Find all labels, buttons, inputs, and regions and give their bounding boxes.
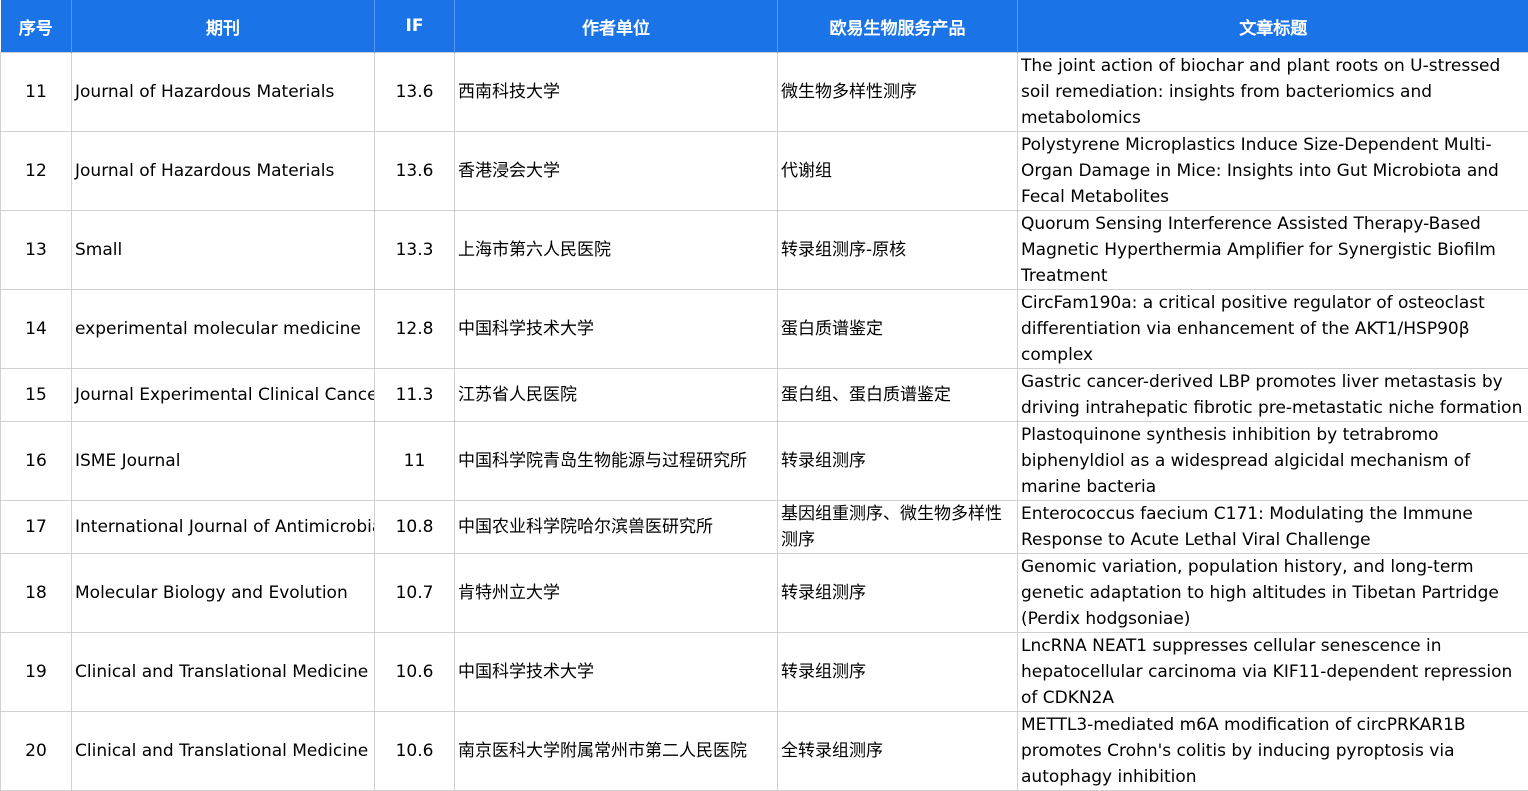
header-row: 序号 期刊 IF 作者单位 欧易生物服务产品 文章标题 (1, 0, 1528, 53)
cell-index: 17 (1, 501, 72, 554)
cell-article-title: Polystyrene Microplastics Induce Size-De… (1018, 132, 1528, 211)
cell-author-unit: 香港浸会大学 (455, 132, 778, 211)
cell-impact-factor: 11 (375, 422, 455, 501)
cell-article-title: Gastric cancer-derived LBP promotes live… (1018, 369, 1528, 422)
cell-author-unit: 肯特州立大学 (455, 554, 778, 633)
cell-service-product: 转录组测序 (778, 422, 1018, 501)
cell-author-unit: 西南科技大学 (455, 53, 778, 132)
cell-article-title: Plastoquinone synthesis inhibition by te… (1018, 422, 1528, 501)
table-row: 15Journal Experimental Clinical Cancer11… (1, 369, 1528, 422)
cell-author-unit: 中国科学院青岛生物能源与过程研究所 (455, 422, 778, 501)
cell-author-unit: 中国农业科学院哈尔滨兽医研究所 (455, 501, 778, 554)
cell-impact-factor: 11.3 (375, 369, 455, 422)
cell-index: 18 (1, 554, 72, 633)
cell-service-product: 蛋白组、蛋白质谱鉴定 (778, 369, 1018, 422)
cell-service-product: 微生物多样性测序 (778, 53, 1018, 132)
cell-index: 19 (1, 633, 72, 712)
cell-index: 16 (1, 422, 72, 501)
header-index: 序号 (1, 0, 72, 53)
cell-impact-factor: 10.6 (375, 712, 455, 791)
cell-journal: Molecular Biology and Evolution (72, 554, 375, 633)
cell-article-title: CircFam190a: a critical positive regulat… (1018, 290, 1528, 369)
cell-impact-factor: 10.6 (375, 633, 455, 712)
cell-service-product: 全转录组测序 (778, 712, 1018, 791)
cell-impact-factor: 13.6 (375, 132, 455, 211)
publication-table: 序号 期刊 IF 作者单位 欧易生物服务产品 文章标题 11Journal of… (0, 0, 1528, 791)
cell-index: 12 (1, 132, 72, 211)
cell-journal: experimental molecular medicine (72, 290, 375, 369)
cell-journal: Journal of Hazardous Materials (72, 132, 375, 211)
cell-index: 15 (1, 369, 72, 422)
header-service-product: 欧易生物服务产品 (778, 0, 1018, 53)
cell-author-unit: 南京医科大学附属常州市第二人民医院 (455, 712, 778, 791)
cell-article-title: LncRNA NEAT1 suppresses cellular senesce… (1018, 633, 1528, 712)
cell-index: 20 (1, 712, 72, 791)
cell-journal: Clinical and Translational Medicine (72, 712, 375, 791)
cell-article-title: METTL3-mediated m6A modification of circ… (1018, 712, 1528, 791)
cell-service-product: 蛋白质谱鉴定 (778, 290, 1018, 369)
table-row: 16ISME Journal11中国科学院青岛生物能源与过程研究所转录组测序Pl… (1, 422, 1528, 501)
table-row: 17International Journal of Antimicrobia1… (1, 501, 1528, 554)
cell-service-product: 转录组测序-原核 (778, 211, 1018, 290)
cell-article-title: Quorum Sensing Interference Assisted The… (1018, 211, 1528, 290)
cell-impact-factor: 13.6 (375, 53, 455, 132)
table-row: 20Clinical and Translational Medicine10.… (1, 712, 1528, 791)
table-row: 13Small13.3上海市第六人民医院转录组测序-原核Quorum Sensi… (1, 211, 1528, 290)
table-row: 11Journal of Hazardous Materials13.6西南科技… (1, 53, 1528, 132)
cell-impact-factor: 10.8 (375, 501, 455, 554)
table-row: 18Molecular Biology and Evolution10.7肯特州… (1, 554, 1528, 633)
cell-index: 13 (1, 211, 72, 290)
cell-article-title: The joint action of biochar and plant ro… (1018, 53, 1528, 132)
table-row: 19Clinical and Translational Medicine10.… (1, 633, 1528, 712)
cell-index: 11 (1, 53, 72, 132)
header-article-title: 文章标题 (1018, 0, 1528, 53)
cell-author-unit: 上海市第六人民医院 (455, 211, 778, 290)
cell-author-unit: 中国科学技术大学 (455, 633, 778, 712)
header-impact-factor: IF (375, 0, 455, 53)
cell-impact-factor: 12.8 (375, 290, 455, 369)
cell-impact-factor: 10.7 (375, 554, 455, 633)
table-row: 14experimental molecular medicine12.8中国科… (1, 290, 1528, 369)
cell-impact-factor: 13.3 (375, 211, 455, 290)
cell-journal: Clinical and Translational Medicine (72, 633, 375, 712)
cell-article-title: Genomic variation, population history, a… (1018, 554, 1528, 633)
header-journal: 期刊 (72, 0, 375, 53)
cell-journal: Journal Experimental Clinical Cancer (72, 369, 375, 422)
cell-journal: ISME Journal (72, 422, 375, 501)
cell-journal: International Journal of Antimicrobia (72, 501, 375, 554)
cell-author-unit: 江苏省人民医院 (455, 369, 778, 422)
cell-service-product: 基因组重测序、微生物多样性测序 (778, 501, 1018, 554)
cell-service-product: 转录组测序 (778, 633, 1018, 712)
table-row: 12Journal of Hazardous Materials13.6香港浸会… (1, 132, 1528, 211)
cell-article-title: Enterococcus faecium C171: Modulating th… (1018, 501, 1528, 554)
cell-journal: Small (72, 211, 375, 290)
cell-service-product: 转录组测序 (778, 554, 1018, 633)
cell-author-unit: 中国科学技术大学 (455, 290, 778, 369)
header-author-unit: 作者单位 (455, 0, 778, 53)
cell-service-product: 代谢组 (778, 132, 1018, 211)
cell-index: 14 (1, 290, 72, 369)
cell-journal: Journal of Hazardous Materials (72, 53, 375, 132)
